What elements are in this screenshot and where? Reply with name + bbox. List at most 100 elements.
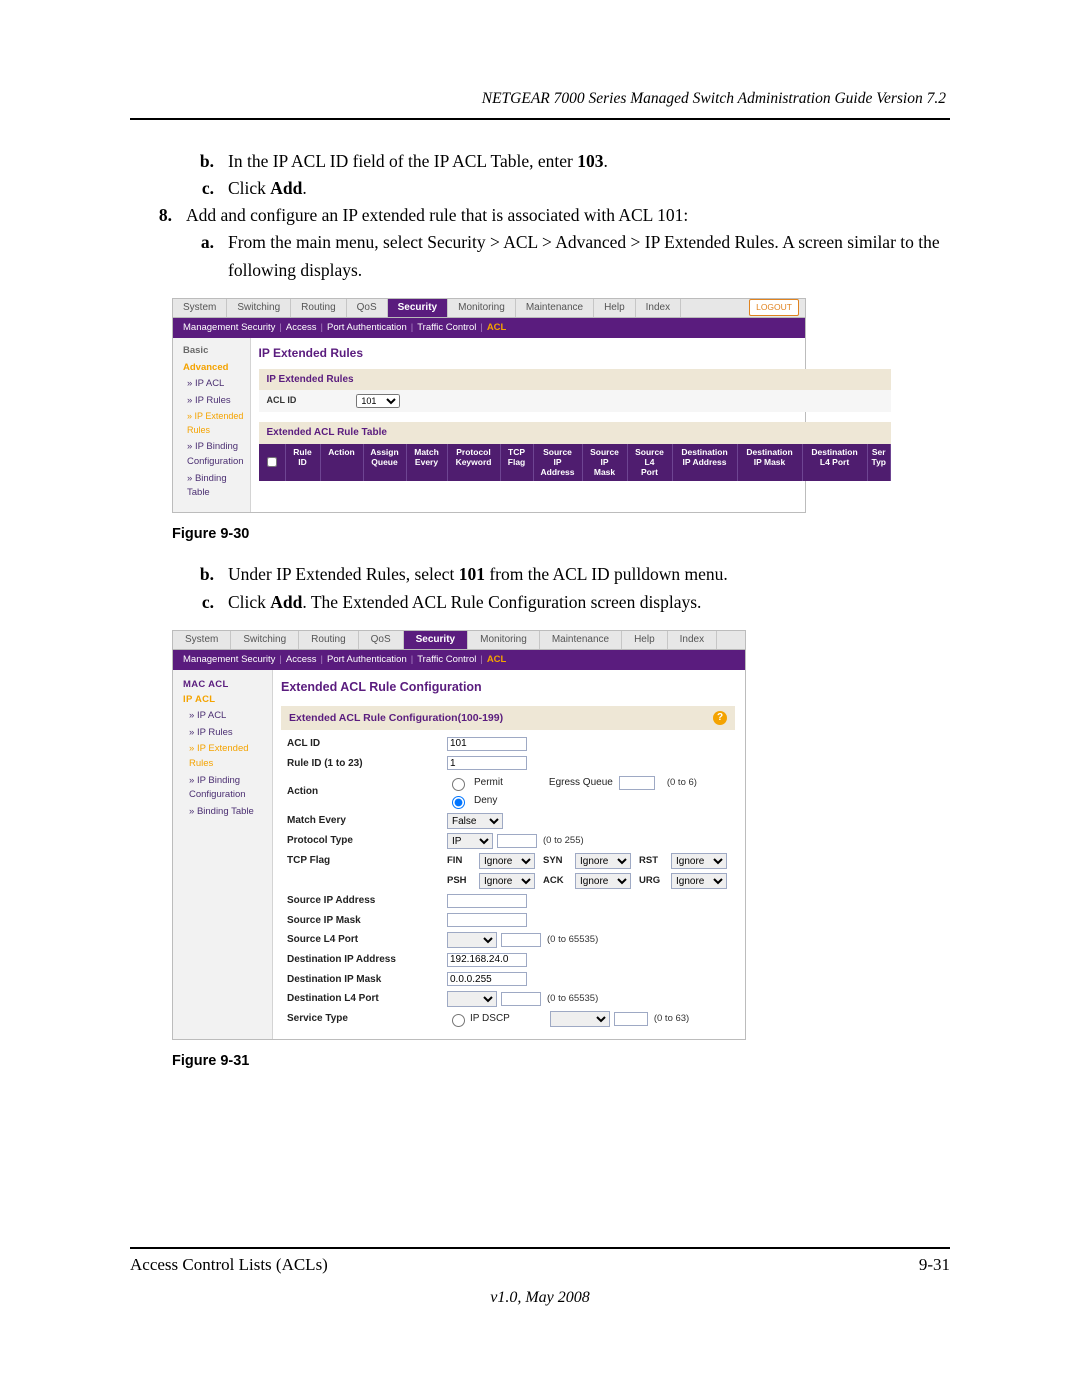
- action-permit-radio[interactable]: [452, 778, 465, 791]
- tab-qos[interactable]: QoS: [347, 299, 388, 317]
- sidebar-item-ip-ext-rules[interactable]: » IP Extended Rules: [183, 741, 266, 772]
- sidebar-item-ip-binding-config[interactable]: » IP Binding Configuration: [183, 439, 244, 470]
- sidebar-item-binding-table[interactable]: » Binding Table: [183, 804, 266, 821]
- flag-psh-select[interactable]: Ignore: [479, 873, 535, 889]
- tab-monitoring[interactable]: Monitoring: [448, 299, 516, 317]
- sidebar-item-binding-table[interactable]: » Binding Table: [183, 471, 244, 502]
- dst-ip-label: Destination IP Address: [287, 952, 447, 968]
- src-l4-select[interactable]: [447, 932, 497, 948]
- action-deny-radio[interactable]: [452, 796, 465, 809]
- egress-queue-input[interactable]: [619, 776, 655, 790]
- rule-id-input[interactable]: [447, 756, 527, 770]
- sidebar-ip-acl-heading[interactable]: IP ACL: [183, 693, 266, 708]
- flag-ack-select[interactable]: Ignore: [575, 873, 631, 889]
- acl-id-row: ACL ID 101: [259, 390, 891, 412]
- subtab-traffic-control[interactable]: Traffic Control: [417, 653, 476, 668]
- step-text: . The Extended ACL Rule Configuration sc…: [302, 592, 701, 612]
- figure-caption-31: Figure 9-31: [172, 1050, 950, 1072]
- sidebar-item-ip-rules[interactable]: » IP Rules: [183, 393, 244, 410]
- header-rule: [130, 118, 950, 120]
- subtab-traffic-control[interactable]: Traffic Control: [417, 321, 476, 336]
- tab-monitoring[interactable]: Monitoring: [468, 631, 540, 649]
- tab-index[interactable]: Index: [636, 299, 681, 317]
- sidebar-basic-heading: Basic: [183, 344, 244, 359]
- th-src-mask: Source IP Mask: [583, 444, 628, 481]
- match-every-label: Match Every: [287, 813, 447, 829]
- flag-syn-select[interactable]: Ignore: [575, 853, 631, 869]
- src-l4-hint: (0 to 65535): [541, 933, 598, 948]
- match-every-select[interactable]: False: [447, 813, 503, 829]
- tab-help[interactable]: Help: [594, 299, 636, 317]
- page-footer: Access Control Lists (ACLs) 9-31 v1.0, M…: [130, 1247, 950, 1307]
- subtab-acl[interactable]: ACL: [487, 321, 507, 336]
- src-mask-input[interactable]: [447, 913, 527, 927]
- dst-l4-select[interactable]: [447, 991, 497, 1007]
- step-text: Click: [228, 178, 270, 198]
- subtab-access[interactable]: Access: [286, 653, 317, 668]
- acl-id-input[interactable]: [447, 737, 527, 751]
- subtab-port-auth[interactable]: Port Authentication: [327, 321, 407, 336]
- service-dscp-input[interactable]: [614, 1012, 648, 1026]
- flag-fin-select[interactable]: Ignore: [479, 853, 535, 869]
- sidebar: MAC ACL IP ACL » IP ACL » IP Rules » IP …: [173, 670, 273, 1039]
- step-marker: 8.: [130, 202, 186, 229]
- service-dscp-select[interactable]: [550, 1011, 610, 1027]
- th-action: Action: [321, 444, 364, 481]
- protocol-number-input[interactable]: [497, 834, 537, 848]
- sidebar-item-ip-acl[interactable]: » IP ACL: [183, 376, 244, 393]
- help-icon[interactable]: ?: [713, 711, 727, 725]
- subtab-mgmt-security[interactable]: Management Security: [183, 653, 275, 668]
- action-label: Action: [287, 784, 447, 800]
- tab-security[interactable]: Security: [388, 299, 448, 317]
- th-checkbox[interactable]: [259, 444, 286, 481]
- sidebar-advanced-heading[interactable]: Advanced: [183, 361, 244, 376]
- sidebar-item-ip-rules[interactable]: » IP Rules: [183, 725, 266, 742]
- tab-maintenance[interactable]: Maintenance: [540, 631, 622, 649]
- tab-help[interactable]: Help: [622, 631, 668, 649]
- service-type-label: Service Type: [287, 1011, 447, 1027]
- acl-id-select[interactable]: 101: [356, 394, 400, 408]
- flag-rst-select[interactable]: Ignore: [671, 853, 727, 869]
- protocol-type-select[interactable]: IP: [447, 833, 493, 849]
- src-ip-input[interactable]: [447, 894, 527, 908]
- th-dst-ip: Destination IP Address: [673, 444, 738, 481]
- flag-urg-select[interactable]: Ignore: [671, 873, 727, 889]
- tab-security[interactable]: Security: [404, 631, 468, 649]
- flag-ack-label: ACK: [543, 874, 569, 889]
- tab-routing[interactable]: Routing: [291, 299, 346, 317]
- th-protocol-keyword: Protocol Keyword: [448, 444, 501, 481]
- subtab-port-auth[interactable]: Port Authentication: [327, 653, 407, 668]
- tab-system[interactable]: System: [173, 631, 231, 649]
- sidebar-mac-acl-heading[interactable]: MAC ACL: [183, 678, 266, 693]
- subtab-mgmt-security[interactable]: Management Security: [183, 321, 275, 336]
- dst-mask-input[interactable]: [447, 972, 527, 986]
- footer-rule: [130, 1247, 950, 1249]
- src-l4-input[interactable]: [501, 933, 541, 947]
- subtab-acl[interactable]: ACL: [487, 653, 507, 668]
- subtab-access[interactable]: Access: [286, 321, 317, 336]
- tab-switching[interactable]: Switching: [227, 299, 291, 317]
- tab-system[interactable]: System: [173, 299, 227, 317]
- dst-ip-input[interactable]: [447, 953, 527, 967]
- th-tcp-flag: TCP Flag: [501, 444, 534, 481]
- dst-l4-input[interactable]: [501, 992, 541, 1006]
- sidebar: Basic Advanced » IP ACL » IP Rules » IP …: [173, 338, 251, 512]
- tab-qos[interactable]: QoS: [359, 631, 404, 649]
- service-type-radio[interactable]: [452, 1014, 465, 1027]
- logout-button[interactable]: LOGOUT: [749, 299, 799, 316]
- acl-id-label: ACL ID: [287, 736, 447, 752]
- tab-maintenance[interactable]: Maintenance: [516, 299, 594, 317]
- sidebar-item-ip-binding-config[interactable]: » IP Binding Configuration: [183, 773, 266, 804]
- acl-id-label: ACL ID: [267, 394, 297, 408]
- tab-routing[interactable]: Routing: [299, 631, 358, 649]
- sidebar-item-ip-acl[interactable]: » IP ACL: [183, 708, 266, 725]
- flag-syn-label: SYN: [543, 854, 569, 869]
- step-suffix: .: [603, 151, 607, 171]
- tab-switching[interactable]: Switching: [231, 631, 299, 649]
- flag-psh-label: PSH: [447, 874, 473, 889]
- step-7c: c. Click Add.: [172, 175, 950, 202]
- top-tabs: System Switching Routing QoS Security Mo…: [173, 631, 745, 650]
- flag-urg-label: URG: [639, 874, 665, 889]
- tab-index[interactable]: Index: [668, 631, 717, 649]
- sidebar-item-ip-ext-rules[interactable]: » IP Extended Rules: [183, 409, 244, 439]
